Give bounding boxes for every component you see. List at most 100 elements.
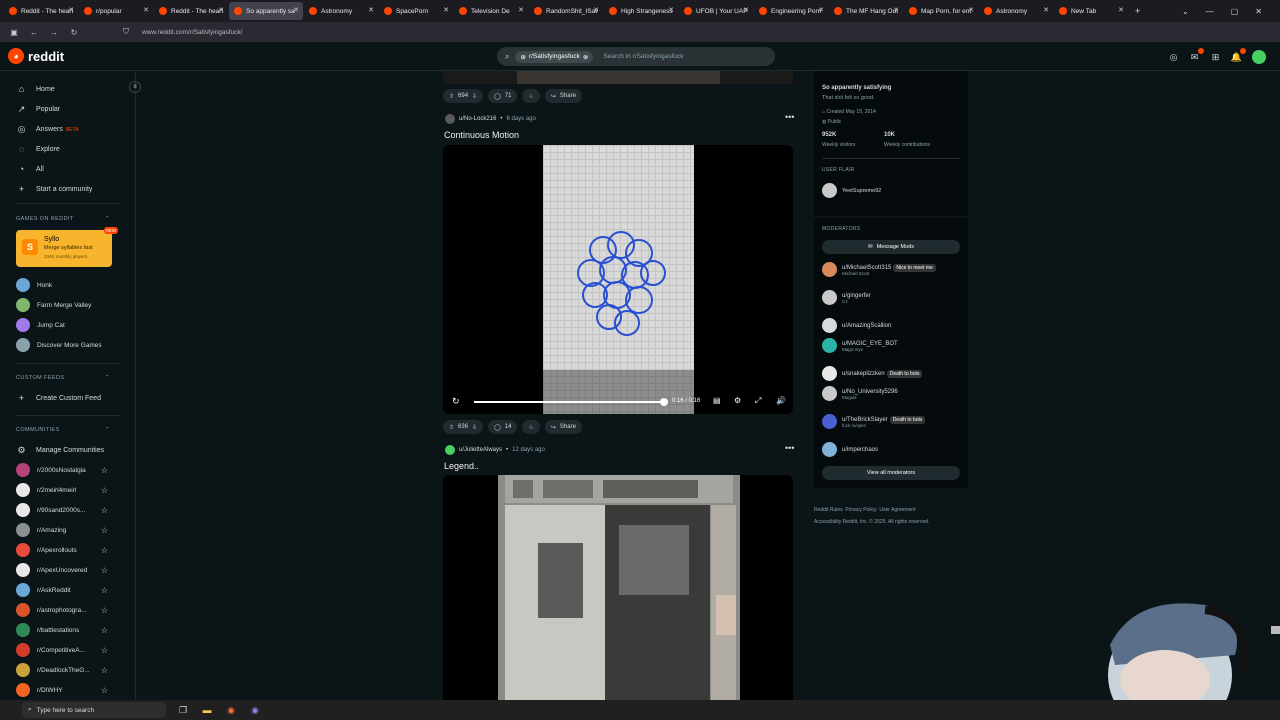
sidebar-item-start-a-community[interactable]: + Start a community (16, 184, 93, 194)
browser-tab[interactable]: Astronomy ✕ (304, 2, 378, 20)
footer-link-rules[interactable]: Reddit Rules (814, 507, 843, 513)
browser-tab[interactable]: RandomShit_ISaw ✕ (529, 2, 603, 20)
post1-title[interactable]: Continuous Motion (444, 130, 519, 140)
user-flair[interactable]: YeetSupreme92 (822, 183, 881, 198)
footer-link-privacy[interactable]: Privacy Policy (845, 507, 876, 513)
volume-icon[interactable]: 🔊 (776, 396, 786, 405)
game-item[interactable]: Discover More Games (16, 338, 108, 352)
user-avatar[interactable] (1252, 50, 1266, 64)
post1-video[interactable]: ↻ 0:16 / 0:16 ▤ ⚙ ⤢ 🔊 (443, 145, 793, 414)
star-icon[interactable]: ☆ (101, 546, 108, 555)
ads-icon[interactable]: ◎ (1168, 52, 1179, 63)
browser-tab[interactable]: Astronomy ✕ (979, 2, 1053, 20)
view-all-moderators-button[interactable]: View all moderators (822, 466, 960, 480)
post2-author-avatar[interactable] (445, 445, 455, 455)
post1-more-icon[interactable]: ••• (785, 112, 794, 122)
browser-tab[interactable]: Television De ✕ (454, 2, 528, 20)
manage-communities[interactable]: ⚙ Manage Communities (16, 445, 104, 456)
post2-video[interactable] (443, 475, 793, 700)
custom-feeds-header[interactable]: CUSTOM FEEDS ⌃ (16, 375, 110, 381)
browser-tab[interactable]: Reddit - The heart ✕ (154, 2, 228, 20)
post2-author[interactable]: u/JulietteAlways (459, 447, 502, 453)
taskbar-search[interactable]: ⌕ Type here to search (22, 702, 166, 718)
message-mods-button[interactable]: ✉ Message Mods (822, 240, 960, 254)
clear-chip-icon[interactable]: ⊗ (583, 53, 588, 61)
moderator-item[interactable]: u/AmazingScallion (822, 318, 891, 333)
downvote-icon[interactable]: ⇩ (472, 424, 477, 431)
close-tab-icon[interactable]: ✕ (218, 6, 224, 14)
task-view-icon[interactable]: ❐ (176, 703, 190, 717)
upvote-icon[interactable]: ⇧ (449, 424, 454, 431)
browser-tab[interactable]: Engineering Porn ✕ (754, 2, 828, 20)
close-tab-icon[interactable]: ✕ (1043, 6, 1049, 14)
game-item[interactable]: Farm Merge Valley (16, 298, 108, 312)
close-tab-icon[interactable]: ✕ (518, 6, 524, 14)
game-item[interactable]: Jump Cat (16, 318, 108, 332)
close-tab-icon[interactable]: ✕ (68, 6, 74, 14)
browser-tab[interactable]: The MF Hang Out ✕ (829, 2, 903, 20)
new-tab-button[interactable]: + (1135, 6, 1140, 16)
maximize-icon[interactable]: ▢ (1231, 7, 1239, 16)
star-icon[interactable]: ☆ (101, 646, 108, 655)
close-tab-icon[interactable]: ✕ (968, 6, 974, 14)
browser-tab[interactable]: So apparently sa ✕ (229, 2, 303, 20)
moderator-item[interactable]: u/MichaelScott315 Nice to meet me Michael … (822, 262, 936, 277)
post2-title[interactable]: Legend.. (444, 461, 479, 471)
search-input[interactable]: Search in r/Satisfyingasfuck (603, 53, 683, 60)
moderator-item[interactable]: u/MAGIC_EYE_BOT Magic Eye (822, 338, 898, 353)
browser-tab[interactable]: New Tab ✕ (1054, 2, 1128, 20)
star-icon[interactable]: ☆ (101, 466, 108, 475)
browser-tab[interactable]: r/popular ✕ (79, 2, 153, 20)
close-tab-icon[interactable]: ✕ (893, 6, 899, 14)
sidebar-item-explore[interactable]: ◌ Explore (16, 144, 60, 154)
progress-thumb[interactable] (660, 398, 668, 406)
community-item[interactable]: r/2meirl4meirl ☆ (16, 483, 108, 497)
star-icon[interactable]: ☆ (101, 606, 108, 615)
star-icon[interactable]: ☆ (101, 486, 108, 495)
close-tab-icon[interactable]: ✕ (443, 6, 449, 14)
shield-icon[interactable]: ⛉ (120, 26, 132, 38)
close-window-icon[interactable]: ✕ (1255, 7, 1262, 16)
games-header[interactable]: GAMES ON REDDIT ⌃ (16, 216, 110, 222)
communities-header[interactable]: COMMUNITIES ⌃ (16, 427, 110, 433)
post1-comments-button[interactable]: ◯ 14 (488, 420, 518, 434)
post2-more-icon[interactable]: ••• (785, 443, 794, 453)
create-post-icon[interactable]: ⊞ (1210, 52, 1221, 63)
sidebar-item-home[interactable]: ⌂ Home (16, 84, 55, 94)
vote-pill[interactable]: ⇧ 694 ⇩ (443, 89, 484, 103)
firefox-icon[interactable]: ◉ (224, 703, 238, 717)
close-tab-icon[interactable]: ✕ (593, 6, 599, 14)
file-explorer-icon[interactable]: ▬ (200, 703, 214, 717)
community-item[interactable]: r/2000sNostalgia ☆ (16, 463, 108, 477)
tab-list-icon[interactable]: ⌄ (1182, 7, 1189, 16)
moderator-item[interactable]: u/No_University5296 Mugsie (822, 386, 898, 401)
footer-link-agreement[interactable]: User Agreement (879, 507, 915, 513)
moderator-item[interactable]: u/TheBrickSlayer Death to bots fuck /u/spe… (822, 414, 926, 429)
sidebar-item-answers[interactable]: ◎ Answers BETA (16, 124, 79, 135)
downvote-icon[interactable]: ⇩ (472, 93, 477, 100)
upvote-icon[interactable]: ⇧ (449, 93, 454, 100)
reddit-logo[interactable]: ◕ reddit (8, 48, 64, 64)
previous-post-media[interactable] (443, 71, 793, 84)
post1-vote-pill[interactable]: ⇧ 636 ⇩ (443, 420, 484, 434)
search-scope-chip[interactable]: ⊕ r/Satisfyingasfuck ⊗ (515, 50, 594, 63)
community-item[interactable]: r/CompetitiveA... ☆ (16, 643, 108, 657)
close-tab-icon[interactable]: ✕ (143, 6, 149, 14)
post1-award-button[interactable]: ♘ (522, 420, 540, 434)
close-tab-icon[interactable]: ✕ (1118, 6, 1124, 14)
community-item[interactable]: r/battlestations ☆ (16, 623, 108, 637)
minimize-icon[interactable]: — (1206, 7, 1214, 16)
browser-tab[interactable]: UFOB | Your UAP ✕ (679, 2, 753, 20)
url-field[interactable]: www.reddit.com/r/Satisfyingasfuck/ (142, 29, 242, 36)
star-icon[interactable]: ☆ (101, 526, 108, 535)
taskbar-search-input[interactable]: Type here to search (37, 707, 94, 714)
close-tab-icon[interactable]: ✕ (293, 6, 299, 14)
community-item[interactable]: r/DIWHY ☆ (16, 683, 108, 697)
community-item[interactable]: r/Apexrollouts ☆ (16, 543, 108, 557)
moderator-item[interactable]: u/snakeplizzken Death to bots (822, 366, 923, 381)
close-tab-icon[interactable]: ✕ (743, 6, 749, 14)
community-item[interactable]: r/Amazing ☆ (16, 523, 108, 537)
reload-icon[interactable]: ↻ (68, 26, 80, 38)
search-bar[interactable]: ⌕ ⊕ r/Satisfyingasfuck ⊗ Search in r/Sat… (497, 47, 775, 66)
fullscreen-icon[interactable]: ⤢ (755, 396, 761, 406)
